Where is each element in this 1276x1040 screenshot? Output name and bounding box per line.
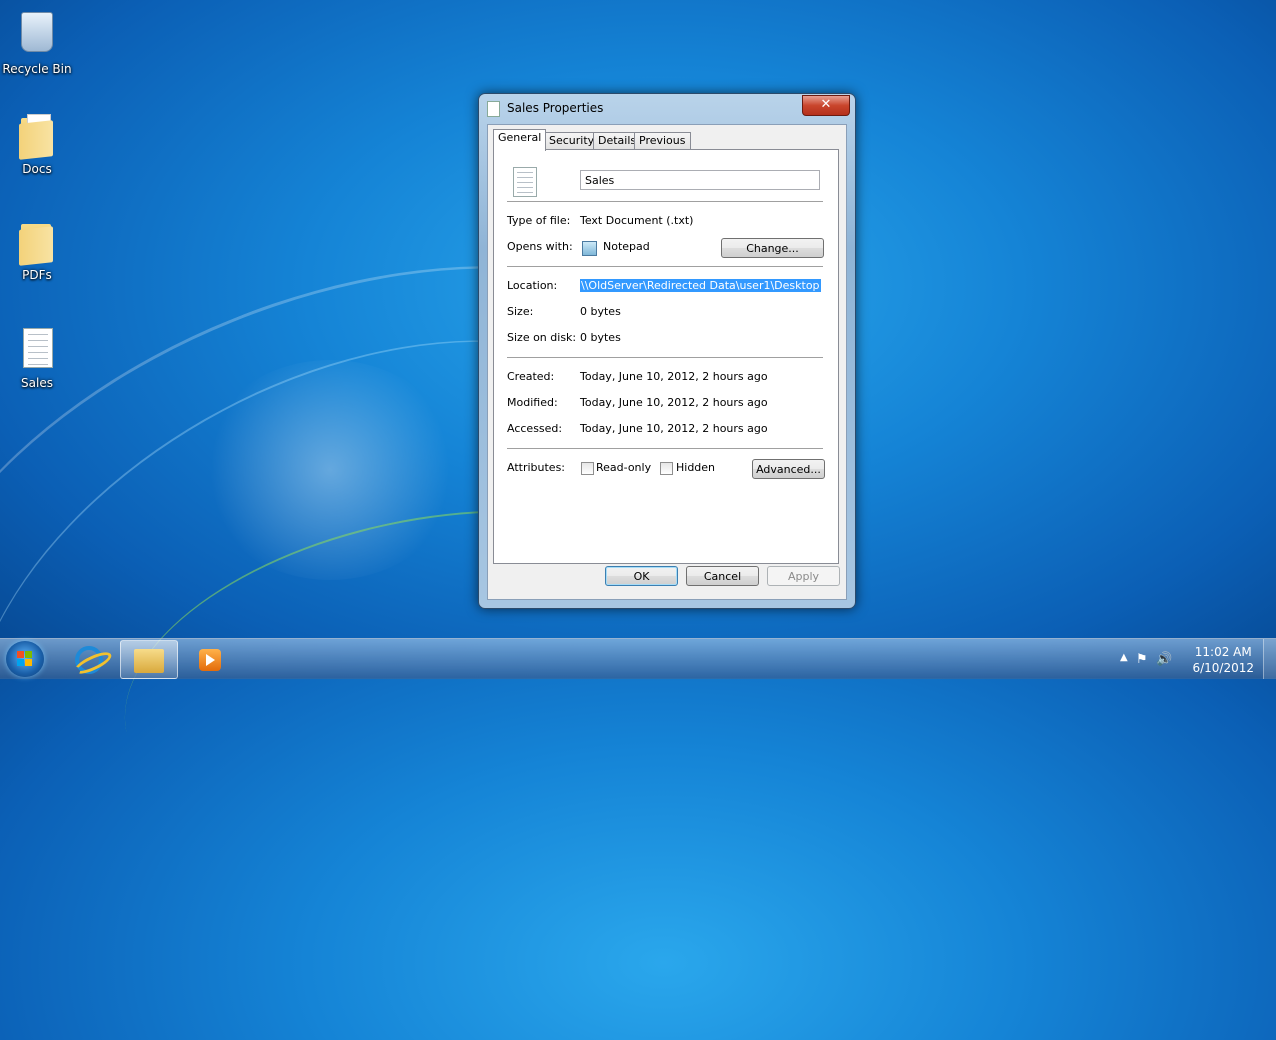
accessed-label: Accessed: bbox=[507, 422, 563, 435]
dialog-titlebar[interactable]: Sales Properties ✕ bbox=[479, 94, 855, 122]
change-button[interactable]: Change... bbox=[721, 238, 824, 258]
properties-dialog: Sales Properties ✕ General Security Deta… bbox=[478, 93, 856, 609]
taskbar-windows-explorer[interactable] bbox=[120, 640, 178, 679]
created-value: Today, June 10, 2012, 2 hours ago bbox=[580, 370, 768, 383]
opens-with-value: Notepad bbox=[603, 240, 650, 253]
size-value: 0 bytes bbox=[580, 305, 621, 318]
close-button[interactable]: ✕ bbox=[802, 95, 850, 116]
windows-explorer-icon bbox=[134, 649, 164, 673]
size-label: Size: bbox=[507, 305, 534, 318]
tab-previous-versions[interactable]: Previous Versions bbox=[634, 132, 691, 163]
windows-logo-icon bbox=[17, 651, 33, 667]
desktop-icon-label: PDFs bbox=[22, 268, 52, 282]
attributes-label: Attributes: bbox=[507, 461, 566, 474]
size-on-disk-value: 0 bytes bbox=[580, 331, 621, 344]
taskbar-media-player[interactable] bbox=[186, 640, 242, 677]
clock-time: 11:02 AM bbox=[1194, 645, 1252, 659]
opens-with-label: Opens with: bbox=[507, 240, 573, 253]
desktop-icon-label: Docs bbox=[22, 162, 52, 176]
notepad-icon bbox=[582, 241, 597, 256]
volume-icon[interactable]: 🔊 bbox=[1156, 652, 1172, 667]
created-label: Created: bbox=[507, 370, 555, 383]
clock-date: 6/10/2012 bbox=[1192, 661, 1254, 675]
desktop-icon-label: Recycle Bin bbox=[2, 62, 72, 76]
general-panel: Type of file: Text Document (.txt) Opens… bbox=[493, 149, 839, 564]
desktop-icon-label: Sales bbox=[21, 376, 53, 390]
apply-button[interactable]: Apply bbox=[767, 566, 840, 586]
divider bbox=[507, 357, 823, 358]
taskbar: ▲ ⚑ 🔊 11:02 AM 6/10/2012 bbox=[0, 638, 1276, 679]
desktop-icon-docs[interactable]: Docs bbox=[0, 112, 74, 176]
show-hidden-icons-button[interactable]: ▲ bbox=[1120, 652, 1128, 663]
hidden-label[interactable]: Hidden bbox=[676, 461, 715, 474]
tab-security[interactable]: Security bbox=[544, 132, 600, 149]
tab-general[interactable]: General bbox=[493, 129, 547, 151]
location-label: Location: bbox=[507, 279, 558, 292]
folder-icon bbox=[17, 112, 57, 160]
text-document-icon bbox=[513, 167, 537, 197]
modified-value: Today, June 10, 2012, 2 hours ago bbox=[580, 396, 768, 409]
system-tray: ▲ ⚑ 🔊 11:02 AM 6/10/2012 bbox=[1106, 639, 1276, 679]
desktop-icon-pdfs[interactable]: PDFs bbox=[0, 218, 74, 282]
file-name-input[interactable] bbox=[580, 170, 820, 190]
desktop-icon-sales[interactable]: Sales bbox=[0, 326, 74, 390]
location-value[interactable]: \\OldServer\Redirected Data\user1\Deskto… bbox=[580, 279, 821, 292]
divider bbox=[507, 448, 823, 449]
action-center-icon[interactable]: ⚑ bbox=[1136, 652, 1148, 667]
folder-icon bbox=[17, 218, 57, 266]
recycle-bin-icon bbox=[17, 12, 57, 58]
hidden-checkbox[interactable] bbox=[660, 462, 673, 475]
type-of-file-label: Type of file: bbox=[507, 214, 571, 227]
clock[interactable]: 11:02 AM 6/10/2012 bbox=[1192, 644, 1254, 676]
modified-label: Modified: bbox=[507, 396, 558, 409]
internet-explorer-icon bbox=[75, 646, 103, 674]
start-button[interactable] bbox=[6, 641, 44, 677]
divider bbox=[507, 266, 823, 267]
text-document-icon bbox=[487, 101, 500, 117]
taskbar-internet-explorer[interactable] bbox=[62, 640, 118, 677]
wallpaper-glow bbox=[200, 360, 460, 580]
advanced-button[interactable]: Advanced... bbox=[752, 459, 825, 479]
type-of-file-value: Text Document (.txt) bbox=[580, 214, 694, 227]
show-desktop-button[interactable] bbox=[1263, 639, 1276, 679]
media-player-icon bbox=[199, 649, 221, 671]
desktop-icon-recycle-bin[interactable]: Recycle Bin bbox=[0, 8, 74, 76]
read-only-label[interactable]: Read-only bbox=[596, 461, 651, 474]
size-on-disk-label: Size on disk: bbox=[507, 331, 577, 344]
accessed-value: Today, June 10, 2012, 2 hours ago bbox=[580, 422, 768, 435]
dialog-title: Sales Properties bbox=[507, 101, 604, 115]
ok-button[interactable]: OK bbox=[605, 566, 678, 586]
dialog-client: General Security Details Previous Versio… bbox=[487, 124, 847, 600]
divider bbox=[507, 201, 823, 202]
cancel-button[interactable]: Cancel bbox=[686, 566, 759, 586]
text-document-icon bbox=[17, 326, 57, 372]
read-only-checkbox[interactable] bbox=[581, 462, 594, 475]
